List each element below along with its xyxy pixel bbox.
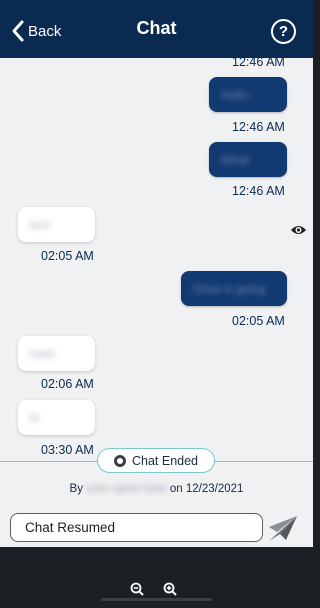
radio-icon [113, 454, 126, 467]
zoom-in-icon[interactable] [163, 582, 177, 596]
message-text: hi [30, 410, 40, 425]
chat-ended-label: Chat Ended [131, 453, 199, 468]
message-time: 03:30 AM [41, 443, 94, 457]
message-text: test [30, 217, 50, 232]
chat-ended-badge: Chat Ended [97, 448, 215, 473]
incoming-message[interactable]: hi [18, 400, 95, 435]
message-text: hello [30, 346, 56, 361]
message-input[interactable] [10, 513, 263, 542]
message-time: 12:46 AM [232, 120, 285, 134]
ended-date: on 12/23/2021 [169, 483, 244, 495]
ended-by-name: user name here [86, 483, 167, 495]
incoming-message[interactable]: hello [18, 336, 95, 371]
bottom-bar [0, 547, 313, 608]
outgoing-message[interactable]: Hello [209, 77, 287, 112]
chat-ended-section: Chat Ended By user name here on 12/23/20… [0, 448, 313, 507]
message-time: 02:06 AM [41, 377, 94, 391]
help-button[interactable]: ? [271, 19, 296, 44]
question-icon: ? [278, 23, 289, 40]
message-time: 02:05 AM [232, 314, 285, 328]
home-indicator [101, 598, 212, 601]
message-text: Drive is going [193, 281, 266, 296]
send-icon[interactable] [268, 514, 298, 542]
incoming-message[interactable]: test [18, 207, 95, 242]
message-time: 12:46 AM [232, 58, 285, 69]
message-text: What [221, 152, 250, 167]
message-composer [0, 507, 313, 547]
message-time: 12:46 AM [232, 184, 285, 198]
zoom-out-icon[interactable] [130, 582, 144, 596]
ended-by-line: By user name here on 12/23/2021 [0, 483, 313, 495]
message-time: 02:05 AM [41, 249, 94, 263]
outgoing-message[interactable]: What [209, 142, 287, 177]
page-title: Chat [136, 18, 177, 38]
message-text: Hello [221, 87, 249, 102]
outgoing-message[interactable]: Drive is going [181, 271, 287, 306]
eye-icon [291, 226, 306, 234]
message-list[interactable]: 12:46 AM Hello 12:46 AM What 12:46 AM te… [0, 58, 313, 462]
ended-by-prefix: By [69, 483, 83, 495]
header-bar: Back Chat ? [0, 0, 313, 58]
